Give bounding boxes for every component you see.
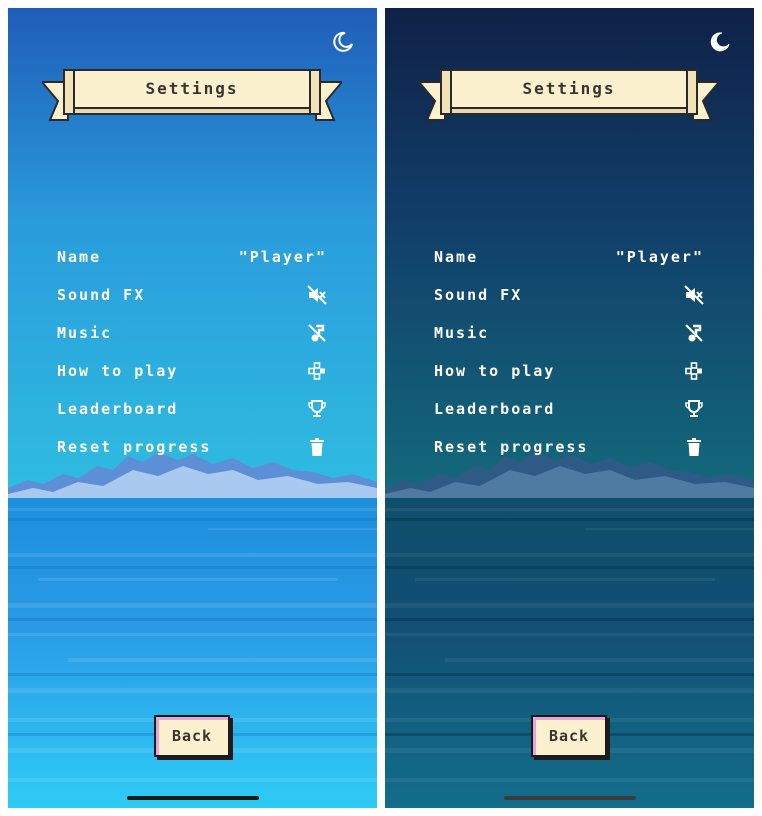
back-label: Back: [171, 727, 213, 745]
name-label: Name: [57, 248, 102, 266]
settings-menu: Name "Player" Sound FX Music How to play…: [57, 238, 327, 466]
settings-row-music[interactable]: Music: [57, 314, 327, 352]
page-title: Settings: [145, 79, 239, 98]
sound-off-icon[interactable]: [307, 285, 327, 305]
trophy-icon[interactable]: [307, 399, 327, 419]
gamepad-icon[interactable]: [684, 361, 704, 381]
settings-row-how-to-play[interactable]: How to play: [434, 352, 704, 390]
home-indicator[interactable]: [504, 796, 636, 800]
player-name-value[interactable]: "Player": [239, 248, 327, 266]
theme-toggle-moon-icon[interactable]: [708, 30, 732, 54]
settings-row-sound[interactable]: Sound FX: [57, 276, 327, 314]
player-name-value[interactable]: "Player": [616, 248, 704, 266]
reset-progress-label: Reset progress: [57, 438, 212, 456]
sound-fx-label: Sound FX: [57, 286, 146, 304]
name-label: Name: [434, 248, 479, 266]
settings-row-leaderboard[interactable]: Leaderboard: [57, 390, 327, 428]
trash-icon[interactable]: [684, 437, 704, 457]
settings-row-music[interactable]: Music: [434, 314, 704, 352]
settings-row-reset[interactable]: Reset progress: [57, 428, 327, 466]
leaderboard-label: Leaderboard: [434, 400, 556, 418]
title-banner: Settings: [419, 66, 719, 122]
settings-row-reset[interactable]: Reset progress: [434, 428, 704, 466]
settings-screen-light: Settings Name "Player" Sound FX Music Ho…: [8, 8, 377, 808]
reset-progress-label: Reset progress: [434, 438, 589, 456]
page-title: Settings: [522, 79, 616, 98]
title-banner: Settings: [42, 66, 342, 122]
sound-off-icon[interactable]: [684, 285, 704, 305]
home-indicator[interactable]: [127, 796, 259, 800]
trophy-icon[interactable]: [684, 399, 704, 419]
settings-screen-dark: Settings Name "Player" Sound FX Music Ho…: [385, 8, 754, 808]
sound-fx-label: Sound FX: [434, 286, 523, 304]
back-button[interactable]: Back: [154, 715, 230, 757]
how-to-play-label: How to play: [57, 362, 179, 380]
settings-row-how-to-play[interactable]: How to play: [57, 352, 327, 390]
sea-stripes: [8, 508, 377, 782]
settings-row-leaderboard[interactable]: Leaderboard: [434, 390, 704, 428]
music-off-icon[interactable]: [307, 323, 327, 343]
music-label: Music: [57, 324, 113, 342]
back-button[interactable]: Back: [531, 715, 607, 757]
settings-menu: Name "Player" Sound FX Music How to play…: [434, 238, 704, 466]
leaderboard-label: Leaderboard: [57, 400, 179, 418]
gamepad-icon[interactable]: [307, 361, 327, 381]
trash-icon[interactable]: [307, 437, 327, 457]
settings-row-name[interactable]: Name "Player": [57, 238, 327, 276]
back-label: Back: [548, 727, 590, 745]
music-off-icon[interactable]: [684, 323, 704, 343]
theme-toggle-moon-icon[interactable]: [331, 30, 355, 54]
settings-row-sound[interactable]: Sound FX: [434, 276, 704, 314]
settings-row-name[interactable]: Name "Player": [434, 238, 704, 276]
how-to-play-label: How to play: [434, 362, 556, 380]
sea-stripes: [385, 508, 754, 782]
music-label: Music: [434, 324, 490, 342]
